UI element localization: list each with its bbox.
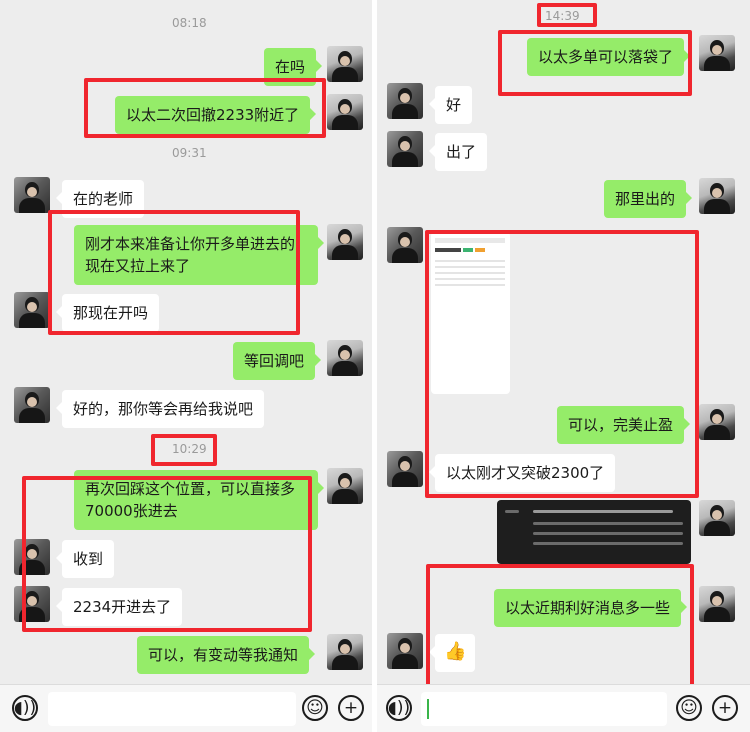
self-avatar[interactable] bbox=[327, 46, 363, 82]
received-message[interactable]: 以太刚才又突破2300了 bbox=[428, 454, 616, 492]
sent-message[interactable]: 等回调吧 bbox=[233, 342, 322, 380]
self-avatar[interactable] bbox=[327, 634, 363, 670]
timestamp: 09:31 bbox=[172, 146, 207, 160]
chat-panel-left: 08:18 在吗 以太二次回撤2233附近了 09:31 在的老师 刚才本来准备… bbox=[0, 0, 372, 732]
trade-screenshot-image[interactable] bbox=[431, 232, 510, 394]
timestamp: 10:29 bbox=[172, 442, 207, 456]
thumbs-up-icon[interactable]: 👍 bbox=[429, 634, 475, 672]
self-avatar[interactable] bbox=[699, 404, 735, 440]
received-message[interactable]: 在的老师 bbox=[55, 180, 145, 218]
chat-panel-right: 14:39 以太多单可以落袋了 好 出了 那里出的 可以，完美止盈 以太刚才又突… bbox=[377, 0, 750, 732]
emoji-icon[interactable]: ☺ bbox=[302, 695, 328, 721]
emoji-icon[interactable]: ☺ bbox=[676, 695, 702, 721]
text-caret bbox=[427, 699, 429, 719]
voice-icon[interactable]: ◖)) bbox=[12, 695, 38, 721]
message-input[interactable] bbox=[48, 692, 296, 726]
self-avatar[interactable] bbox=[327, 224, 363, 260]
received-message[interactable]: 那现在开吗 bbox=[55, 294, 160, 332]
timestamp: 08:18 bbox=[172, 16, 207, 30]
sent-message[interactable]: 以太多单可以落袋了 bbox=[527, 38, 691, 76]
plus-icon[interactable]: + bbox=[712, 695, 738, 721]
sent-message[interactable]: 以太近期利好消息多一些 bbox=[494, 589, 688, 627]
received-message[interactable]: 好 bbox=[428, 86, 473, 124]
self-avatar[interactable] bbox=[327, 340, 363, 376]
sent-message[interactable]: 可以，有变动等我通知 bbox=[137, 636, 316, 674]
contact-avatar[interactable] bbox=[14, 539, 50, 575]
input-bar: ◖)) ☺ + bbox=[377, 684, 750, 732]
received-message[interactable]: 好的，那你等会再给我说吧 bbox=[55, 390, 265, 428]
contact-avatar[interactable] bbox=[14, 387, 50, 423]
received-message[interactable]: 收到 bbox=[55, 540, 115, 578]
sent-message[interactable]: 那里出的 bbox=[604, 180, 693, 218]
timestamp: 14:39 bbox=[545, 9, 580, 23]
self-avatar[interactable] bbox=[327, 94, 363, 130]
self-avatar[interactable] bbox=[699, 500, 735, 536]
sent-message[interactable]: 可以，完美止盈 bbox=[557, 406, 691, 444]
contact-avatar[interactable] bbox=[387, 633, 423, 669]
received-message[interactable]: 出了 bbox=[428, 133, 488, 171]
contact-avatar[interactable] bbox=[14, 586, 50, 622]
contact-avatar[interactable] bbox=[387, 227, 423, 263]
self-avatar[interactable] bbox=[327, 468, 363, 504]
voice-icon[interactable]: ◖)) bbox=[386, 695, 412, 721]
sent-message[interactable]: 以太二次回撤2233附近了 bbox=[115, 96, 317, 134]
sent-message[interactable]: 在吗 bbox=[264, 48, 323, 86]
news-screenshot-image[interactable] bbox=[497, 500, 691, 564]
contact-avatar[interactable] bbox=[14, 177, 50, 213]
self-avatar[interactable] bbox=[699, 586, 735, 622]
received-message[interactable]: 2234开进去了 bbox=[55, 588, 183, 626]
contact-avatar[interactable] bbox=[387, 451, 423, 487]
contact-avatar[interactable] bbox=[387, 131, 423, 167]
self-avatar[interactable] bbox=[699, 178, 735, 214]
sent-message[interactable]: 刚才本来准备让你开多单进去的现在又拉上来了 bbox=[74, 225, 324, 285]
message-input[interactable] bbox=[421, 692, 667, 726]
plus-icon[interactable]: + bbox=[338, 695, 364, 721]
contact-avatar[interactable] bbox=[387, 83, 423, 119]
contact-avatar[interactable] bbox=[14, 292, 50, 328]
sent-message[interactable]: 再次回踩这个位置，可以直接多70000张进去 bbox=[74, 470, 324, 530]
self-avatar[interactable] bbox=[699, 35, 735, 71]
input-bar: ◖)) ☺ + bbox=[0, 684, 372, 732]
